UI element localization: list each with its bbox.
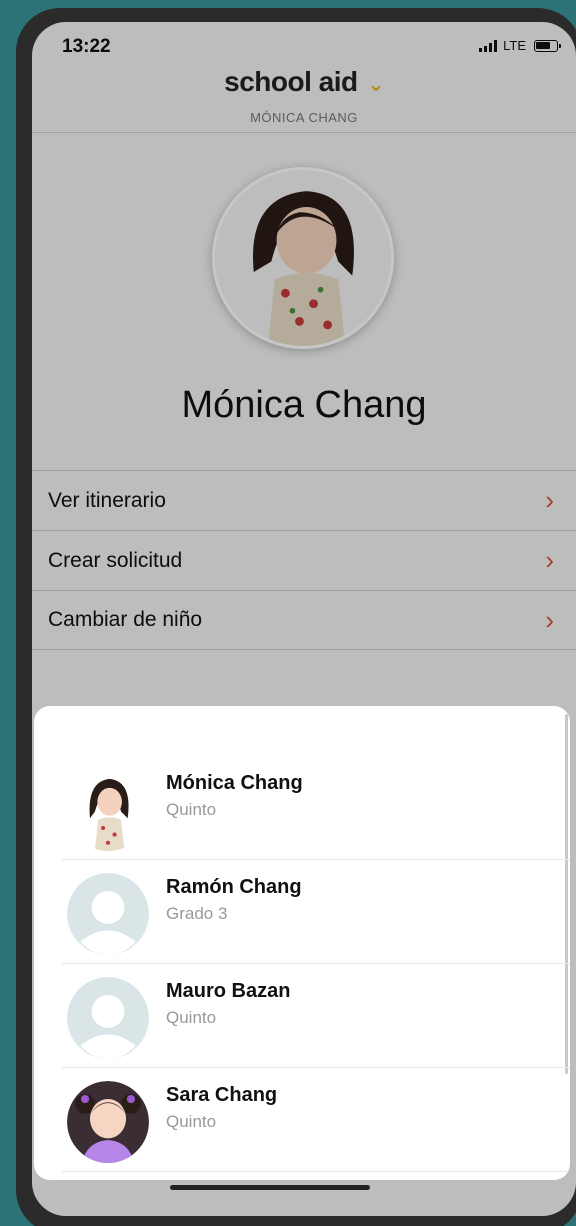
row-divider xyxy=(62,1171,570,1172)
child-picker-sheet: Mónica Chang Quinto Ramón Chang Grado 3 xyxy=(34,706,570,1180)
child-grade: Quinto xyxy=(166,1008,217,1027)
child-name: Mónica Chang xyxy=(166,772,303,794)
child-row-monica[interactable]: Mónica Chang Quinto xyxy=(62,756,570,860)
child-name: Mauro Bazan xyxy=(166,980,291,1002)
app-screen: 13:22 LTE school aid ⌄ MÓNICA CHANG Móni… xyxy=(32,22,576,1216)
child-grade: Quinto xyxy=(166,1112,217,1131)
child-grade: Quinto xyxy=(166,800,217,819)
child-row-ramon[interactable]: Ramón Chang Grado 3 xyxy=(62,860,570,964)
child-avatar xyxy=(67,769,149,851)
child-grade: Grado 3 xyxy=(166,904,228,923)
child-avatar xyxy=(67,1081,149,1163)
home-indicator[interactable] xyxy=(170,1185,370,1190)
default-person-icon xyxy=(67,977,149,1059)
child-name: Ramón Chang xyxy=(166,876,302,898)
child-row-mauro[interactable]: Mauro Bazan Quinto xyxy=(62,964,570,1068)
child-name: Sara Chang xyxy=(166,1084,278,1106)
child-row-sara[interactable]: Sara Chang Quinto xyxy=(62,1068,570,1172)
default-person-icon xyxy=(67,873,149,955)
